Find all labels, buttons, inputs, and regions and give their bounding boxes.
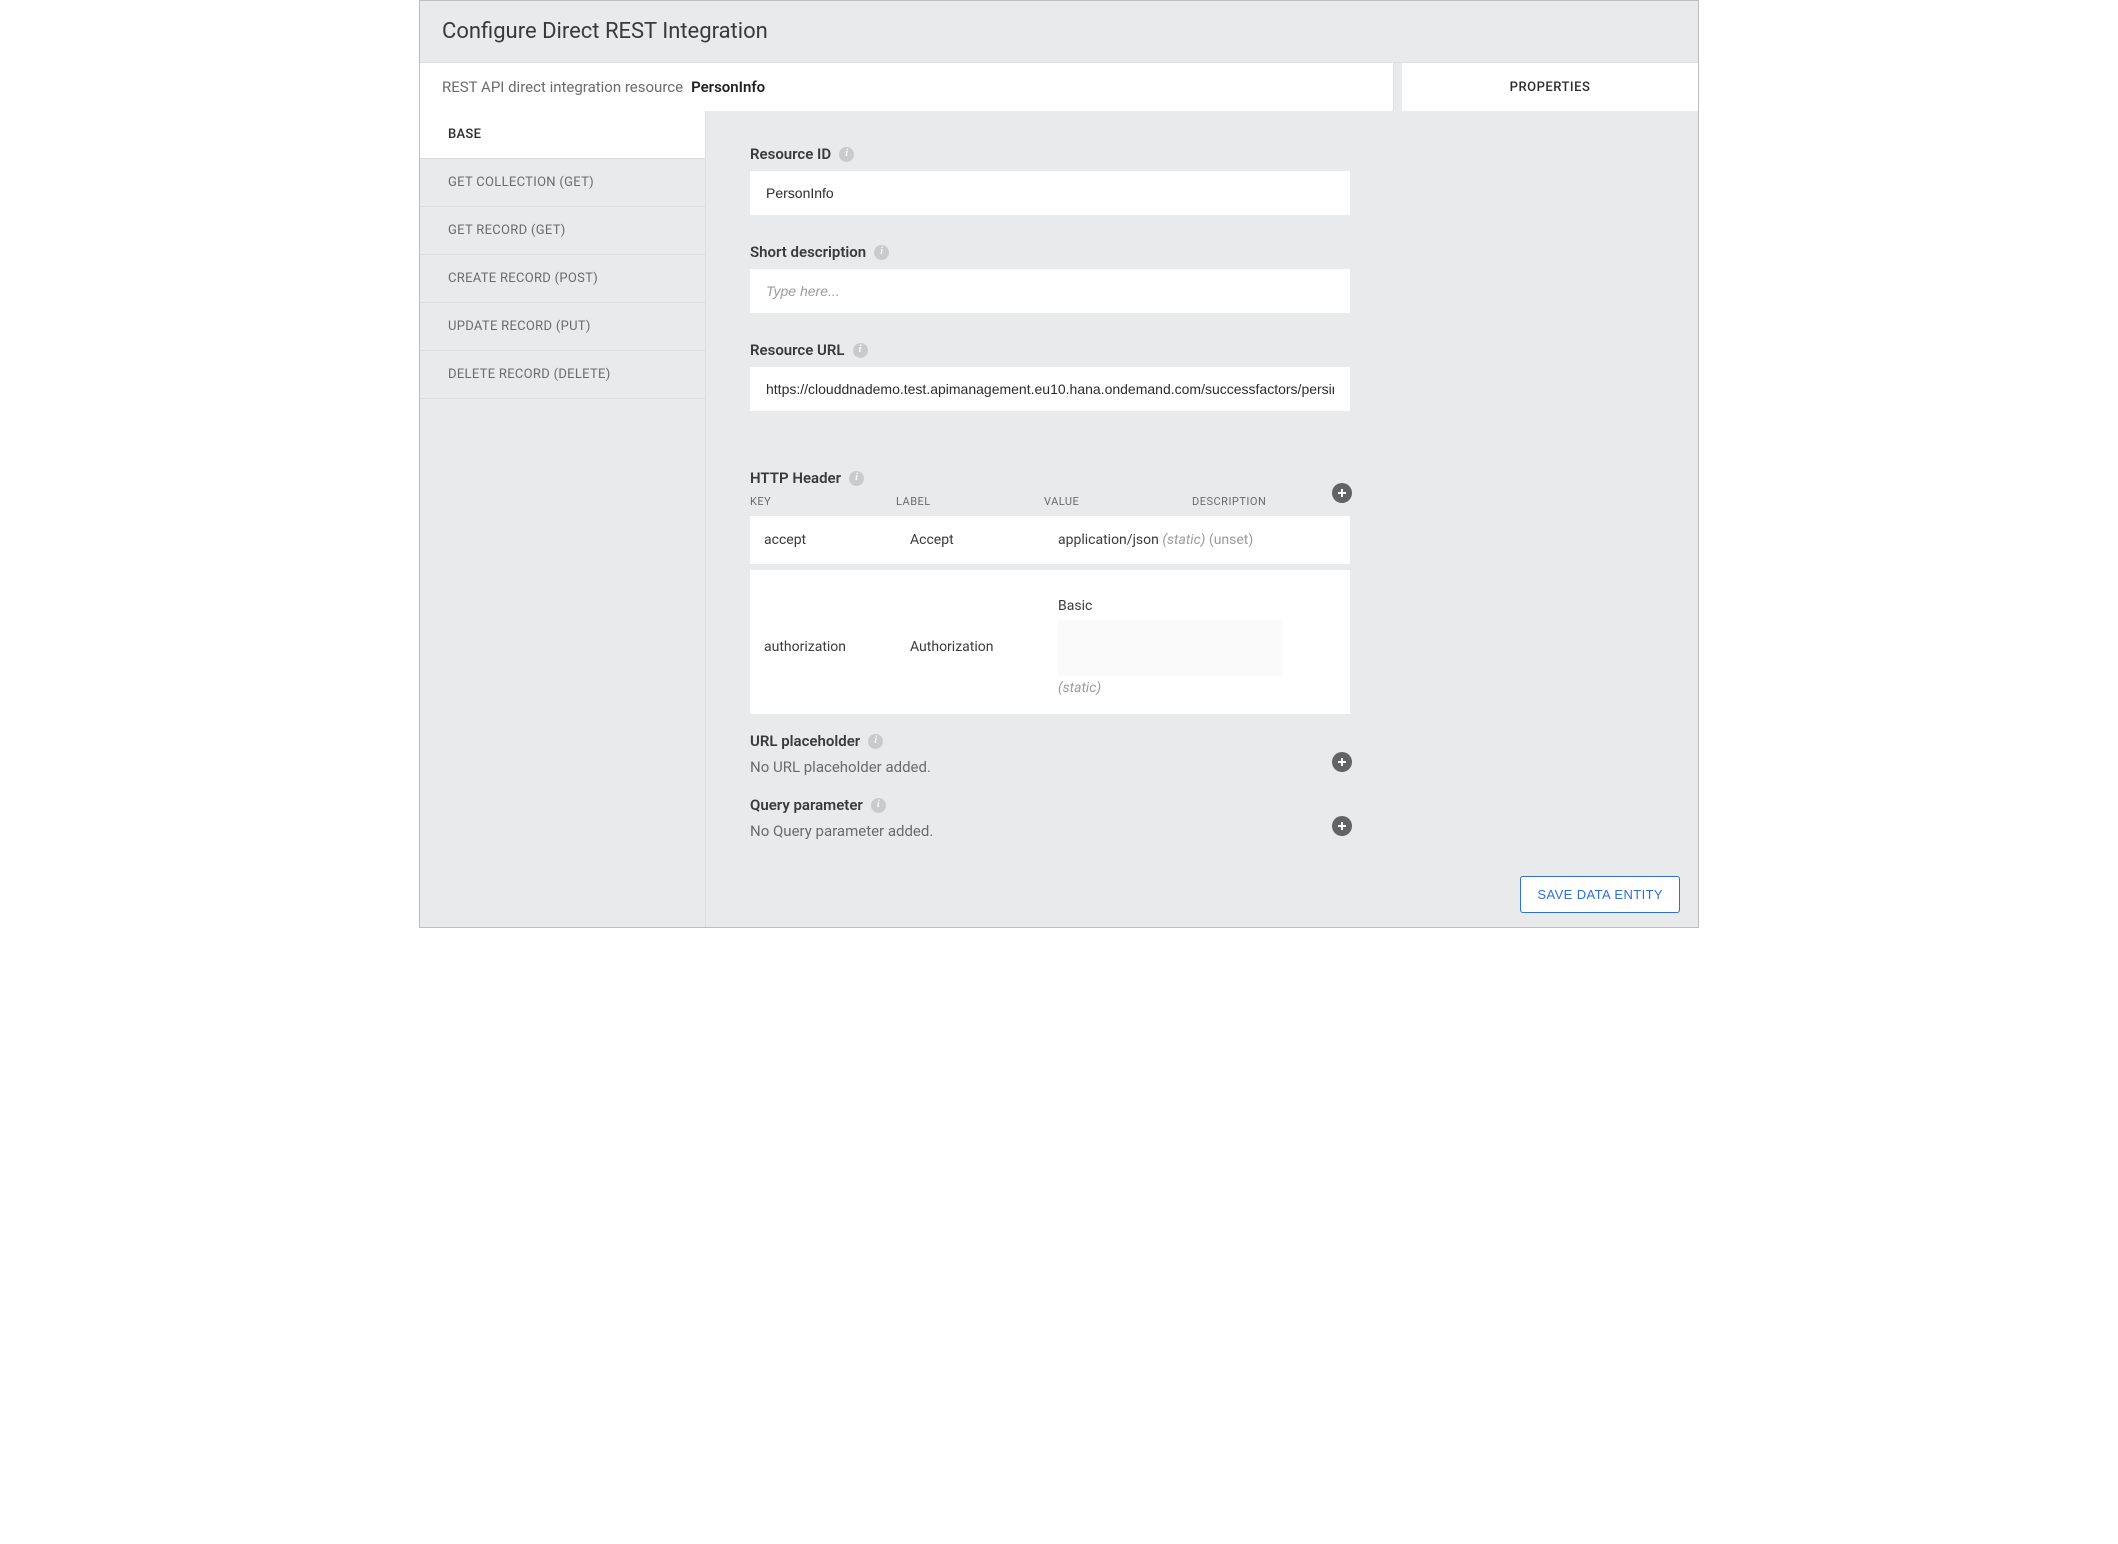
http-header-table-head: KEY LABEL VALUE DESCRIPTION	[750, 489, 1350, 516]
header-row-authorization[interactable]: authorization Authorization Basic (stati…	[750, 570, 1350, 714]
url-placeholder-section: URL placeholder No URL placeholder added…	[750, 732, 1350, 776]
header-value: Basic (static)	[1058, 598, 1336, 696]
header-value: application/json (static) (unset)	[1058, 532, 1336, 548]
info-icon[interactable]	[874, 245, 889, 260]
plus-icon	[1337, 757, 1347, 767]
resource-id-label: Resource ID	[750, 145, 1350, 163]
tab-row: REST API direct integration resource Per…	[420, 63, 1698, 111]
header-label: Authorization	[910, 639, 1058, 655]
sidebar-item-update-record[interactable]: UPDATE RECORD (PUT)	[420, 303, 705, 351]
app-window: Configure Direct REST Integration REST A…	[419, 0, 1699, 928]
tab-resource[interactable]: REST API direct integration resource Per…	[420, 63, 1394, 111]
resource-url-input[interactable]	[750, 367, 1350, 411]
col-desc: DESCRIPTION	[1192, 495, 1350, 508]
save-data-entity-button[interactable]: SAVE DATA ENTITY	[1520, 876, 1680, 913]
sidebar-item-get-collection[interactable]: GET COLLECTION (GET)	[420, 159, 705, 207]
header-row-accept[interactable]: accept Accept application/json (static) …	[750, 516, 1350, 564]
redacted-value	[1058, 620, 1282, 676]
sidebar: BASE GET COLLECTION (GET) GET RECORD (GE…	[420, 111, 706, 927]
add-query-param-button[interactable]	[1332, 816, 1352, 836]
footer: SAVE DATA ENTITY	[1520, 876, 1680, 913]
info-icon[interactable]	[853, 343, 868, 358]
sidebar-item-base[interactable]: BASE	[420, 111, 705, 159]
tab-resource-label: REST API direct integration resource	[442, 78, 683, 96]
col-key: KEY	[750, 495, 896, 508]
header-label: Accept	[910, 532, 1058, 548]
query-param-label: Query parameter	[750, 796, 1350, 814]
plus-icon	[1337, 488, 1347, 498]
url-placeholder-label: URL placeholder	[750, 732, 1350, 750]
sidebar-item-get-record[interactable]: GET RECORD (GET)	[420, 207, 705, 255]
http-header-label: HTTP Header	[750, 469, 1350, 487]
sidebar-item-delete-record[interactable]: DELETE RECORD (DELETE)	[420, 351, 705, 399]
header-key: authorization	[764, 639, 910, 655]
header-key: accept	[764, 532, 910, 548]
sidebar-item-create-record[interactable]: CREATE RECORD (POST)	[420, 255, 705, 303]
info-icon[interactable]	[871, 798, 886, 813]
info-icon[interactable]	[868, 734, 883, 749]
add-header-button[interactable]	[1332, 483, 1352, 503]
info-icon[interactable]	[849, 471, 864, 486]
short-desc-input[interactable]	[750, 269, 1350, 313]
col-label: LABEL	[896, 495, 1044, 508]
short-desc-label: Short description	[750, 243, 1350, 261]
col-value: VALUE	[1044, 495, 1192, 508]
plus-icon	[1337, 821, 1347, 831]
main-panel: Resource ID Short description Resource U…	[706, 111, 1394, 927]
query-param-empty: No Query parameter added.	[750, 822, 1350, 840]
add-url-placeholder-button[interactable]	[1332, 752, 1352, 772]
info-icon[interactable]	[839, 147, 854, 162]
query-param-section: Query parameter No Query parameter added…	[750, 796, 1350, 840]
resource-id-input[interactable]	[750, 171, 1350, 215]
page-title: Configure Direct REST Integration	[420, 1, 1698, 63]
tab-resource-value: PersonInfo	[691, 78, 765, 96]
tab-properties[interactable]: PROPERTIES	[1402, 63, 1698, 111]
body: BASE GET COLLECTION (GET) GET RECORD (GE…	[420, 111, 1698, 927]
resource-url-label: Resource URL	[750, 341, 1350, 359]
properties-panel	[1394, 111, 1698, 927]
url-placeholder-empty: No URL placeholder added.	[750, 758, 1350, 776]
